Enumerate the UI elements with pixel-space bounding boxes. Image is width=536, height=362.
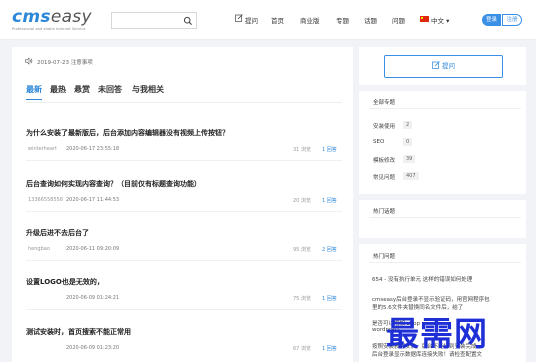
all-topics-heading: 全部专题 xyxy=(373,100,396,106)
divider xyxy=(369,217,521,218)
tab-hottest[interactable]: 最热 xyxy=(50,84,66,95)
question-title[interactable]: 设置LOGO也是无效的， xyxy=(26,277,104,287)
edit-icon xyxy=(432,61,440,69)
language-dropdown[interactable]: 中文 ▾ xyxy=(431,15,449,25)
question-views: 75 浏览 xyxy=(293,296,311,302)
speaker-icon xyxy=(25,57,33,65)
question-item: 测试安装时，首页搜索不能正常用 2020-06-09 01:23:20 67 浏… xyxy=(26,327,342,362)
nav-ask[interactable]: 提问 xyxy=(235,14,258,25)
watermark: 最需网 xyxy=(386,314,488,353)
tab-divider xyxy=(26,102,342,103)
question-item: 升级后进不去后台了 hengbao 2020-06-11 09:20:09 95… xyxy=(26,228,342,278)
divider xyxy=(26,160,342,161)
divider xyxy=(369,262,521,263)
search-input[interactable] xyxy=(116,15,182,27)
hot-question-link[interactable]: 里的5.6文件夹替换同名文件后，结了 xyxy=(372,303,463,311)
question-views: 95 浏览 xyxy=(293,247,311,253)
question-item: 为什么安装了最新版后，后台添加内容编辑器没有视频上传按钮？ winterhear… xyxy=(26,128,342,178)
ask-question-label: 提问 xyxy=(442,62,455,70)
tab-bounty[interactable]: 悬赏 xyxy=(74,84,90,95)
notice-bar[interactable]: 2019-07-23 注意事项 xyxy=(25,57,93,66)
edit-icon xyxy=(235,14,243,22)
logo-text-cms: cms xyxy=(12,7,51,27)
question-time: 2020-06-17 11:44:53 xyxy=(66,197,120,203)
search-box xyxy=(111,12,197,29)
login-button[interactable]: 登录 xyxy=(482,14,501,26)
tab-unanswered[interactable]: 未回答 xyxy=(98,84,122,95)
search-icon[interactable] xyxy=(183,16,193,26)
register-button[interactable]: 注册 xyxy=(502,14,522,26)
nav-ask-label: 提问 xyxy=(245,17,258,25)
site-logo[interactable]: cmseasy Professional and stable Internet… xyxy=(12,7,92,32)
nav-subjects[interactable]: 话题 xyxy=(364,15,377,25)
category-link[interactable]: 常见问题 xyxy=(373,173,395,181)
nav-business[interactable]: 商业版 xyxy=(300,15,320,25)
hot-questions-heading: 热门问题 xyxy=(373,254,396,260)
question-time: 2020-06-11 09:20:09 xyxy=(66,246,120,252)
question-answers[interactable]: 1 回答 xyxy=(322,345,337,352)
question-author[interactable]: 13366558558 xyxy=(28,197,63,203)
question-answers[interactable]: 2 回答 xyxy=(322,246,337,253)
category-link[interactable]: 模板修改 xyxy=(373,156,395,164)
question-author[interactable]: winterheart xyxy=(28,146,57,152)
notice-text: 2019-07-23 注意事项 xyxy=(37,60,93,66)
question-answers[interactable]: 1 回答 xyxy=(322,197,337,204)
question-views: 20 浏览 xyxy=(293,198,311,204)
category-count: 2 xyxy=(403,121,413,129)
nav-questions[interactable]: 问题 xyxy=(392,15,405,25)
divider xyxy=(26,260,342,261)
ask-box: 提问 xyxy=(359,47,526,85)
tab-latest[interactable]: 最新 xyxy=(26,84,42,100)
category-link[interactable]: 安装使用 xyxy=(373,122,395,130)
question-answers[interactable]: 1 回答 xyxy=(322,146,337,153)
question-time: 2020-06-17 23:55:18 xyxy=(66,146,120,152)
question-title[interactable]: 为什么安装了最新版后，后台添加内容编辑器没有视频上传按钮？ xyxy=(26,128,229,138)
hot-question-link[interactable]: cmseasy后台登录不显示验证码，用官网程序包 xyxy=(372,295,490,303)
question-item: 设置LOGO也是无效的， 2020-06-09 01:24:21 75 浏览 1… xyxy=(26,277,342,327)
divider xyxy=(369,108,521,109)
question-title[interactable]: 后台查询如何实现内容查询？（目前仅有标题查询功能） xyxy=(26,179,201,189)
nav-home[interactable]: 首页 xyxy=(271,15,284,25)
question-time: 2020-06-09 01:24:21 xyxy=(66,295,120,301)
header: cmseasy Professional and stable Internet… xyxy=(0,0,536,40)
nav-topics[interactable]: 专题 xyxy=(336,15,349,25)
tab-related-to-me[interactable]: 与我相关 xyxy=(132,84,164,95)
category-count: 0 xyxy=(403,138,413,146)
question-views: 67 浏览 xyxy=(293,346,311,352)
question-list-panel: 2019-07-23 注意事项 最新 最热 悬赏 未回答 与我相关 为什么安装了… xyxy=(12,47,353,362)
question-author[interactable]: hengbao xyxy=(28,246,50,252)
category-link[interactable]: SEO xyxy=(373,139,384,145)
question-title[interactable]: 测试安装时，首页搜索不能正常用 xyxy=(26,327,131,337)
ask-question-button[interactable]: 提问 xyxy=(384,55,503,78)
hot-topics-box: 热门话题 xyxy=(359,200,526,238)
question-item: 后台查询如何实现内容查询？（目前仅有标题查询功能） 13366558558 20… xyxy=(26,179,342,229)
question-answers[interactable]: 1 回答 xyxy=(322,295,337,302)
divider xyxy=(26,211,342,212)
china-flag-icon xyxy=(420,16,429,22)
question-title[interactable]: 升级后进不去后台了 xyxy=(26,228,89,238)
logo-tagline: Professional and stable Internet Service xyxy=(12,27,86,31)
logo-text-easy: easy xyxy=(50,7,92,27)
divider xyxy=(26,309,342,310)
all-topics-box: 全部专题 安装使用 2 SEO 0 模板修改 39 常见问题 407 xyxy=(359,91,526,194)
category-count: 39 xyxy=(403,155,416,163)
category-count: 407 xyxy=(403,172,419,180)
question-time: 2020-06-09 01:23:20 xyxy=(66,345,120,351)
hot-topics-heading: 热门话题 xyxy=(373,209,396,215)
question-views: 31 浏览 xyxy=(293,147,311,153)
hot-question-link[interactable]: 654 - 没有执行单元 这样的错误如何处理 xyxy=(372,275,472,283)
